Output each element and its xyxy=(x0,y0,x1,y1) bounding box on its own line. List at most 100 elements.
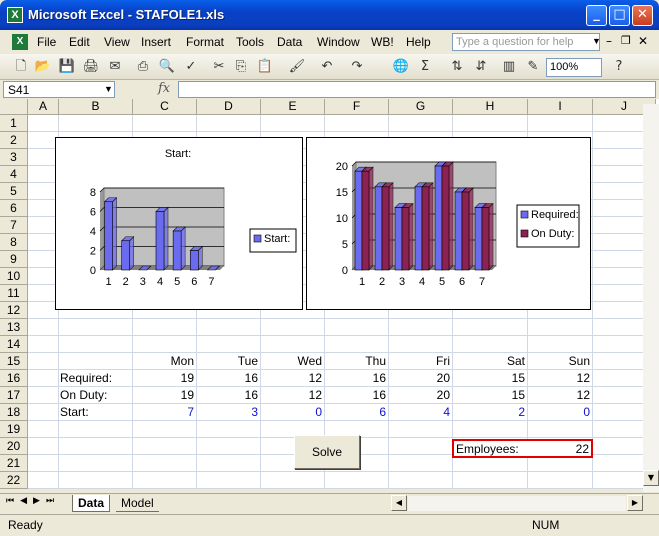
hscroll-right-button[interactable]: ▶ xyxy=(627,495,643,511)
row-header-7[interactable]: 7 xyxy=(0,217,28,234)
select-all-corner[interactable] xyxy=(0,99,28,115)
row-header-5[interactable]: 5 xyxy=(0,183,28,200)
row-header-14[interactable]: 14 xyxy=(0,336,28,353)
email-icon[interactable]: ✉ xyxy=(106,58,124,76)
menu-item-view[interactable]: View xyxy=(104,35,130,49)
menu-item-insert[interactable]: Insert xyxy=(141,35,171,49)
table-cell[interactable]: 20 xyxy=(389,387,450,403)
tab-scroll-icons[interactable]: ⏮◀▶⏭ xyxy=(6,496,60,506)
start-value-cell[interactable]: 2 xyxy=(453,404,525,420)
row-header-17[interactable]: 17 xyxy=(0,387,28,404)
save-icon[interactable]: 💾 xyxy=(58,58,76,76)
start-value-cell[interactable]: 3 xyxy=(197,404,258,420)
row-header-21[interactable]: 21 xyxy=(0,455,28,472)
vscroll-track[interactable] xyxy=(643,104,659,492)
chart-wizard-icon[interactable]: ▥ xyxy=(500,58,518,76)
maximize-button[interactable]: □ xyxy=(609,5,630,26)
column-header-h[interactable]: H xyxy=(453,99,528,115)
hyperlink-icon[interactable]: 🌐 xyxy=(392,58,410,76)
table-cell[interactable]: 12 xyxy=(528,370,590,386)
workbook-minimize-icon[interactable]: – xyxy=(606,34,612,48)
cut-icon[interactable]: ✂ xyxy=(210,58,228,76)
table-cell[interactable]: 16 xyxy=(325,370,386,386)
format-painter-icon[interactable]: 🖌 xyxy=(288,58,306,76)
workbook-icon[interactable]: X xyxy=(12,34,28,50)
workbook-close-icon[interactable]: ✕ xyxy=(638,34,648,48)
column-header-a[interactable]: A xyxy=(28,99,59,115)
row-header-3[interactable]: 3 xyxy=(0,149,28,166)
column-header-e[interactable]: E xyxy=(261,99,325,115)
new-icon[interactable]: 🗋 xyxy=(12,58,30,76)
start-value-cell[interactable]: 0 xyxy=(528,404,590,420)
column-header-f[interactable]: F xyxy=(325,99,389,115)
formula-input[interactable] xyxy=(178,81,656,98)
table-cell[interactable]: 19 xyxy=(133,370,194,386)
table-cell[interactable]: 20 xyxy=(389,370,450,386)
start-value-cell[interactable]: 4 xyxy=(389,404,450,420)
hscroll-track[interactable] xyxy=(408,496,626,511)
redo-icon[interactable]: ↷ xyxy=(348,58,366,76)
menu-item-file[interactable]: File xyxy=(37,35,56,49)
sort-descending-icon[interactable]: ⇵ xyxy=(472,58,490,76)
table-cell[interactable]: 15 xyxy=(453,387,525,403)
menu-item-tools[interactable]: Tools xyxy=(236,35,264,49)
table-cell[interactable]: 12 xyxy=(528,387,590,403)
row-header-16[interactable]: 16 xyxy=(0,370,28,387)
table-cell[interactable]: 16 xyxy=(325,387,386,403)
menu-item-format[interactable]: Format xyxy=(186,35,224,49)
drawing-icon[interactable]: ✎ xyxy=(524,58,542,76)
column-header-b[interactable]: B xyxy=(59,99,133,115)
row-header-10[interactable]: 10 xyxy=(0,268,28,285)
print-preview-icon[interactable]: 🔍 xyxy=(158,58,176,76)
table-cell[interactable]: 12 xyxy=(261,370,322,386)
help-question-input[interactable]: Type a question for help xyxy=(452,33,600,51)
vscroll-down-button[interactable]: ▼ xyxy=(643,470,659,486)
table-cell[interactable]: 16 xyxy=(197,387,258,403)
table-cell[interactable]: 15 xyxy=(453,370,525,386)
menu-item-window[interactable]: Window xyxy=(317,35,360,49)
start-value-cell[interactable]: 6 xyxy=(325,404,386,420)
start-chart[interactable]: 0 2 4 6 8 1 2 3 4 5 6 7 Start: Start: xyxy=(55,137,303,310)
table-cell[interactable]: 12 xyxy=(261,387,322,403)
menu-item-help[interactable]: Help xyxy=(406,35,431,49)
row-header-4[interactable]: 4 xyxy=(0,166,28,183)
menu-item-edit[interactable]: Edit xyxy=(69,35,90,49)
minimize-button[interactable]: _ xyxy=(586,5,607,26)
column-header-g[interactable]: G xyxy=(389,99,453,115)
column-header-i[interactable]: I xyxy=(528,99,593,115)
row-header-20[interactable]: 20 xyxy=(0,438,28,455)
permission-icon[interactable]: 🖨 xyxy=(82,58,100,76)
tab-model[interactable]: Model xyxy=(116,495,159,512)
row-header-12[interactable]: 12 xyxy=(0,302,28,319)
workbook-restore-icon[interactable]: ❐ xyxy=(621,34,631,47)
row-header-13[interactable]: 13 xyxy=(0,319,28,336)
copy-icon[interactable]: ⎘ xyxy=(232,58,250,76)
row-header-22[interactable]: 22 xyxy=(0,472,28,489)
required-onduty-chart[interactable]: 0 5 10 15 20 1 2 3 4 5 6 7 Required: On Duty: xyxy=(306,137,591,310)
spelling-icon[interactable]: ✓ xyxy=(182,58,200,76)
column-header-c[interactable]: C xyxy=(133,99,197,115)
tab-data[interactable]: Data xyxy=(72,495,111,512)
menu-item-data[interactable]: Data xyxy=(277,35,302,49)
table-cell[interactable]: 16 xyxy=(197,370,258,386)
row-header-2[interactable]: 2 xyxy=(0,132,28,149)
close-button[interactable]: ✕ xyxy=(632,5,653,26)
row-header-11[interactable]: 11 xyxy=(0,285,28,302)
row-header-1[interactable]: 1 xyxy=(0,115,28,132)
menu-item-wb[interactable]: WB! xyxy=(371,35,394,49)
column-header-d[interactable]: D xyxy=(197,99,261,115)
start-value-cell[interactable]: 7 xyxy=(133,404,194,420)
solve-button[interactable]: Solve xyxy=(294,435,360,469)
excel-app-icon[interactable]: X xyxy=(7,7,23,23)
row-header-8[interactable]: 8 xyxy=(0,234,28,251)
row-header-9[interactable]: 9 xyxy=(0,251,28,268)
row-header-19[interactable]: 19 xyxy=(0,421,28,438)
insert-function-icon[interactable]: fx xyxy=(158,81,170,96)
help-dropdown-icon[interactable]: ▼ xyxy=(592,36,601,46)
start-value-cell[interactable]: 0 xyxy=(261,404,322,420)
table-cell[interactable]: 19 xyxy=(133,387,194,403)
paste-icon[interactable]: 📋 xyxy=(256,58,274,76)
row-header-6[interactable]: 6 xyxy=(0,200,28,217)
help-icon[interactable]: ? xyxy=(610,58,628,76)
row-header-18[interactable]: 18 xyxy=(0,404,28,421)
